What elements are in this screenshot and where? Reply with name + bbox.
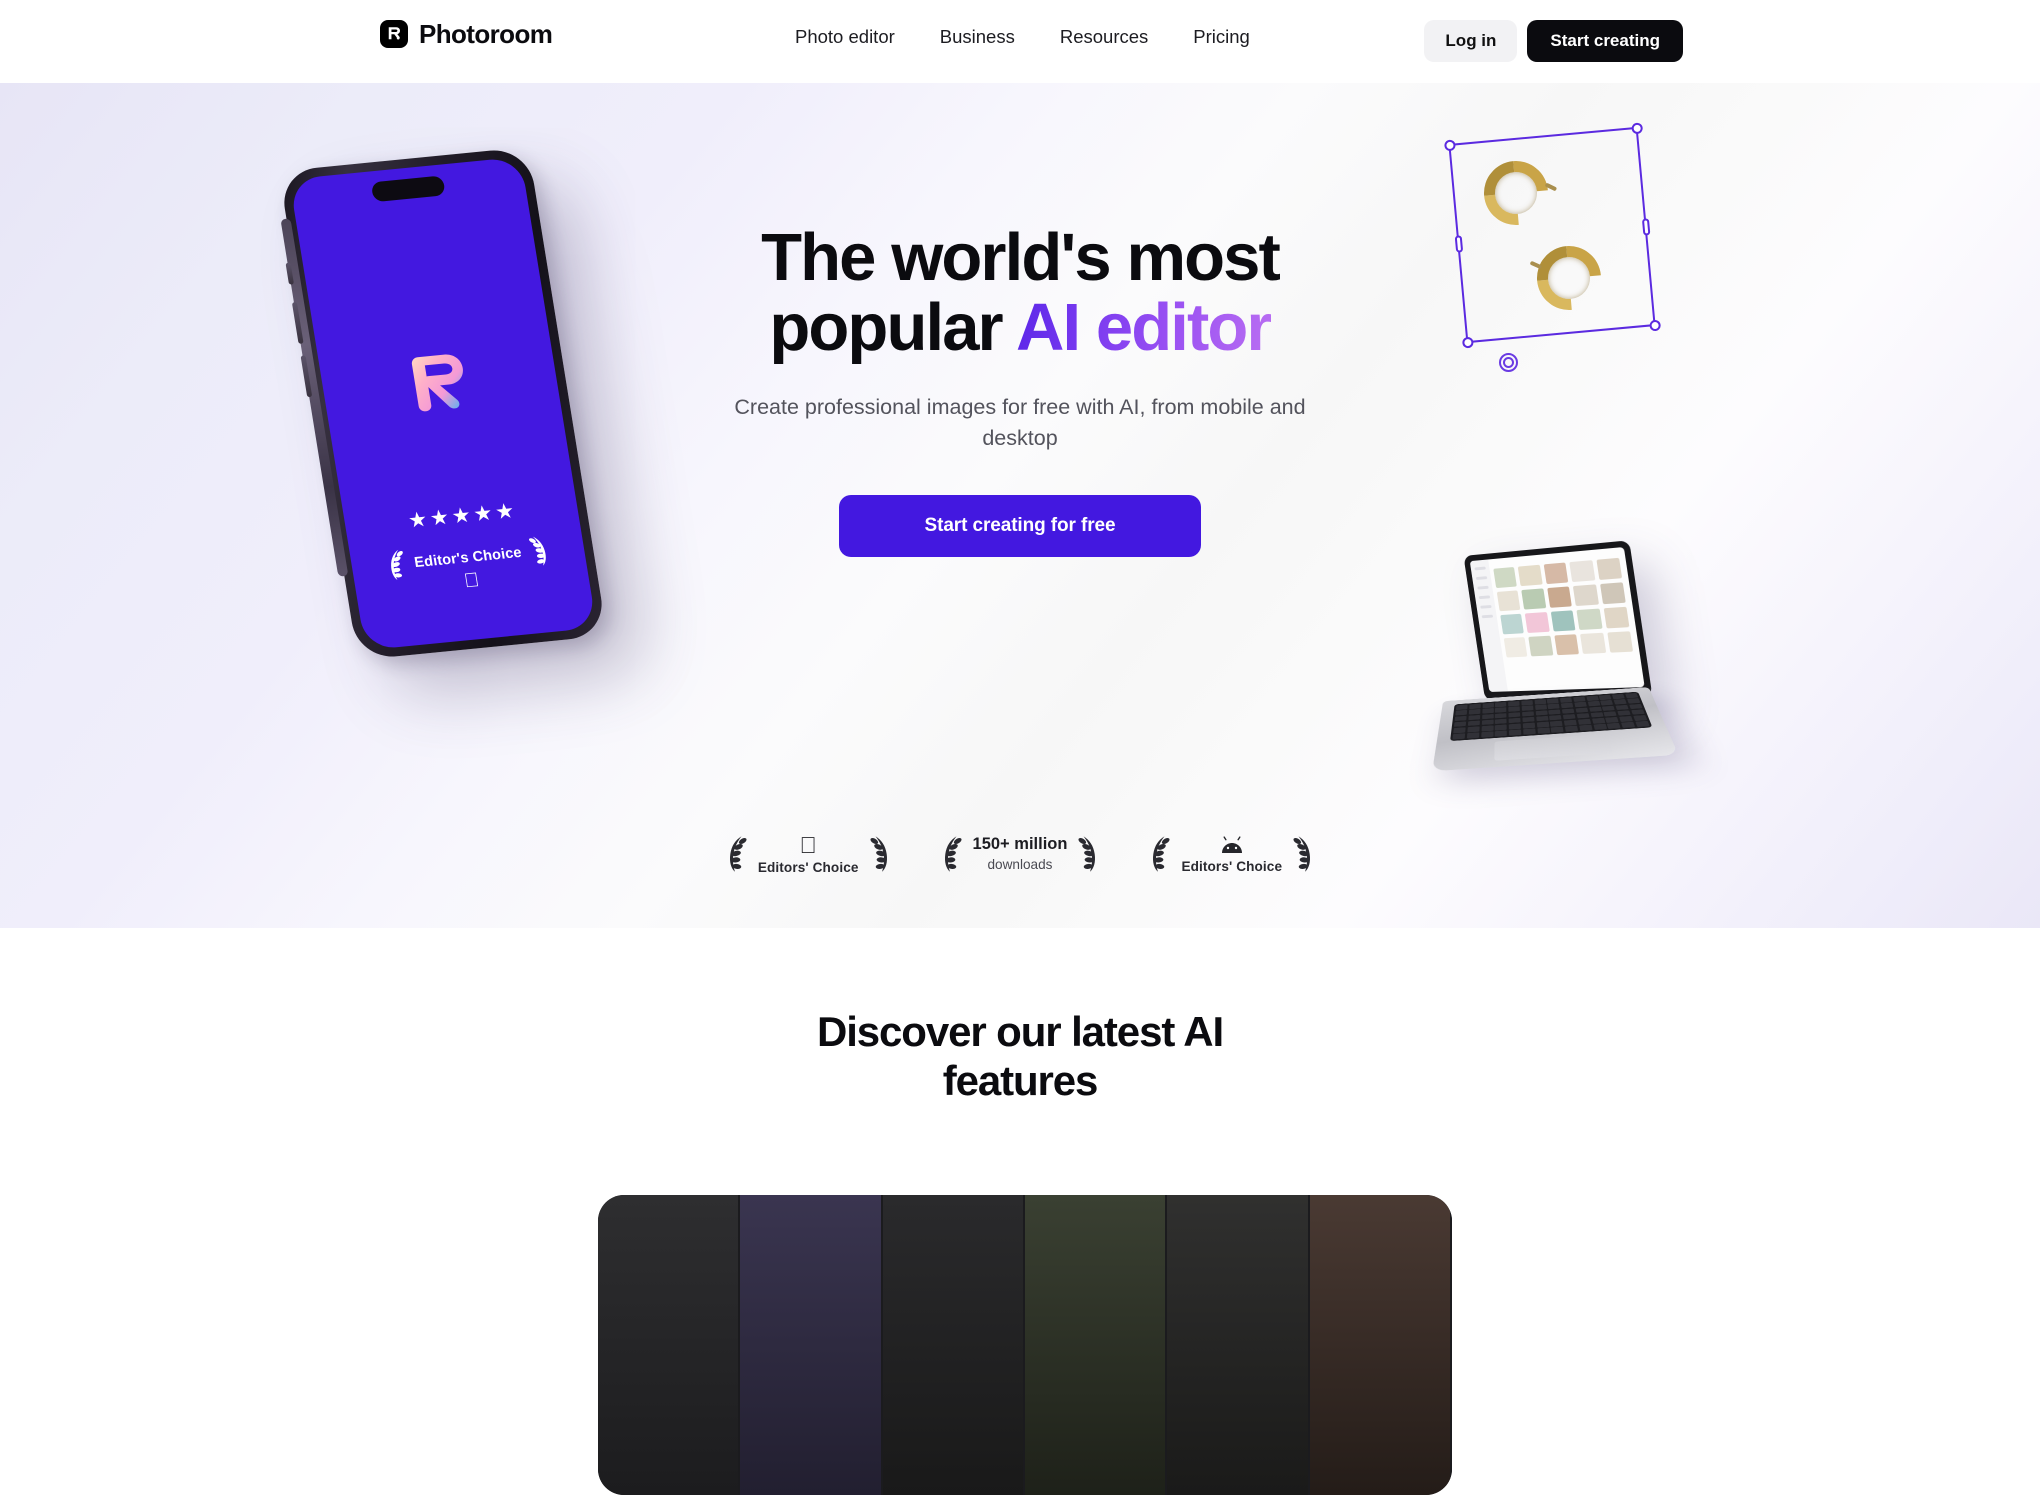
phone-mockup: ★ ★ ★ ★ ★ Editor's Choice: [278, 146, 608, 661]
header-actions: Log in Start creating: [1424, 20, 1683, 62]
star-icon: ★: [406, 508, 429, 533]
award-badge-downloads: 150+ million downloads: [940, 828, 1101, 880]
phone-notch: [370, 175, 446, 203]
site-header: Photoroom Photo editor Business Resource…: [0, 0, 2040, 83]
laurel-wreath-icon: [869, 836, 887, 872]
phone-award-label: Editor's Choice: [413, 544, 523, 572]
laurel-wreath-icon: [1078, 836, 1096, 872]
showcase-tile[interactable]: [740, 1195, 883, 1495]
resize-handle-right-middle[interactable]: [1641, 217, 1650, 236]
photoroom-r-logo-icon: [380, 20, 408, 48]
page-title: The world's most popular AI editor: [700, 220, 1340, 365]
features-showcase-panel[interactable]: [598, 1195, 1452, 1495]
laptop-mockup: [1419, 540, 1679, 809]
resize-handle-bottom-right[interactable]: [1648, 319, 1661, 332]
hero-section: ★ ★ ★ ★ ★ Editor's Choice The world's mo…: [0, 83, 2040, 928]
laurel-wreath-icon: [1293, 836, 1311, 872]
award-badge-android-editors-choice: Editors' Choice: [1148, 828, 1315, 880]
main-nav: Photo editor Business Resources Pricing: [795, 27, 1250, 47]
features-title: Discover our latest AI features: [700, 1008, 1340, 1105]
phone-star-rating: ★ ★ ★ ★ ★: [406, 499, 516, 533]
star-icon: ★: [493, 499, 516, 525]
award-label: Editors' Choice: [757, 848, 859, 875]
resize-handle-top-right[interactable]: [1630, 121, 1643, 134]
login-button[interactable]: Log in: [1424, 20, 1518, 62]
brand-name: Photoroom: [419, 19, 553, 49]
laptop-screen: [1469, 547, 1645, 692]
award-badge-content: 150+ million downloads: [973, 834, 1068, 874]
laptop-keyboard: [1450, 691, 1653, 742]
brand-logo[interactable]: Photoroom: [380, 19, 553, 49]
award-badges-row:  Editors' Choice: [620, 828, 1420, 880]
nav-item-photo-editor[interactable]: Photo editor: [795, 27, 895, 47]
laurel-wreath-icon: [1153, 836, 1170, 872]
laptop-lid: [1463, 540, 1653, 701]
features-title-line-2: features: [942, 1056, 1099, 1104]
features-section: Discover our latest AI features: [0, 928, 2040, 1224]
features-title-line-1: Discover our latest AI: [816, 1008, 1224, 1055]
resize-handle-bottom-left[interactable]: [1461, 336, 1474, 349]
headline-line-1: The world's most: [761, 220, 1281, 295]
star-icon: ★: [471, 501, 495, 527]
award-badge-content:  Editors' Choice: [757, 833, 859, 875]
laurel-wreath-icon: [529, 536, 547, 566]
showcase-tile[interactable]: [1167, 1195, 1310, 1495]
laurel-wreath-icon: [391, 549, 403, 580]
apple-icon: : [462, 569, 480, 592]
earrings-canvas-graphic: [1427, 113, 1677, 413]
start-creating-for-free-button[interactable]: Start creating for free: [839, 495, 1201, 558]
hero-copy: The world's most popular AI editor Creat…: [700, 220, 1340, 558]
award-badge-content: Editors' Choice: [1181, 835, 1282, 874]
downloads-count: 150+ million: [972, 835, 1068, 854]
showcase-tile[interactable]: [882, 1195, 1025, 1495]
photoroom-r-gradient-icon: [396, 340, 482, 420]
selection-bounding-box[interactable]: [1443, 121, 1661, 349]
star-icon: ★: [428, 505, 451, 531]
resize-handle-left-middle[interactable]: [1454, 234, 1463, 253]
showcase-tile[interactable]: [1309, 1195, 1452, 1495]
laurel-wreath-icon: [944, 836, 962, 872]
laurel-wreath-icon: [729, 836, 747, 872]
laptop-base: [1432, 687, 1679, 772]
nav-item-resources[interactable]: Resources: [1060, 27, 1148, 47]
showcase-tile[interactable]: [1024, 1195, 1168, 1495]
nav-item-business[interactable]: Business: [940, 27, 1015, 47]
resize-handle-top-left[interactable]: [1443, 138, 1456, 151]
start-creating-button[interactable]: Start creating: [1527, 20, 1683, 62]
laptop-trackpad: [1494, 733, 1613, 761]
phone-screen: ★ ★ ★ ★ ★ Editor's Choice: [289, 156, 597, 651]
laptop-gallery-grid: [1493, 557, 1637, 684]
downloads-label: downloads: [987, 856, 1053, 872]
award-badge-apple-editors-choice:  Editors' Choice: [725, 828, 892, 880]
showcase-tile[interactable]: [598, 1195, 741, 1495]
headline-line-2-plain: popular: [769, 290, 1016, 365]
hero-subtitle: Create professional images for free with…: [734, 395, 1306, 450]
android-icon: [1221, 835, 1242, 853]
star-icon: ★: [450, 503, 473, 529]
headline-accent: AI editor: [1015, 290, 1273, 365]
nav-item-pricing[interactable]: Pricing: [1193, 27, 1250, 47]
rotate-handle-icon[interactable]: [1499, 353, 1518, 372]
award-label: Editors' Choice: [1181, 858, 1283, 874]
apple-icon: : [800, 833, 817, 857]
